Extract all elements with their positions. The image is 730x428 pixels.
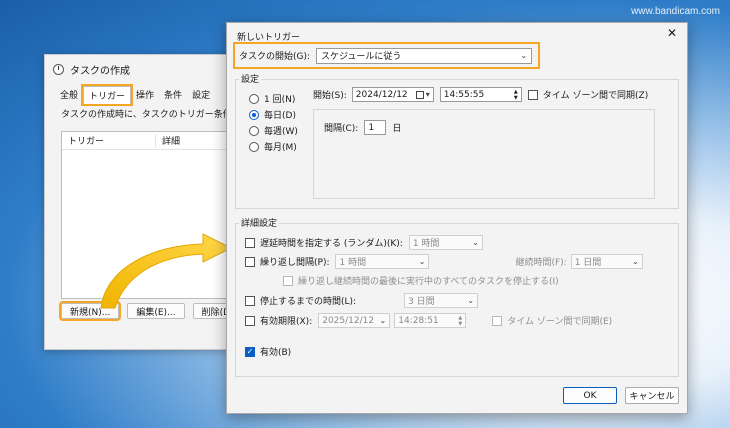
stop-all-checkbox[interactable] [283, 275, 293, 286]
tab-settings[interactable]: 設定 [187, 86, 215, 104]
repeat-select[interactable]: 1 時間 ⌄ [335, 254, 430, 269]
expire-checkbox[interactable] [245, 315, 255, 326]
create-task-titlebar: タスクの作成 [45, 55, 253, 83]
interval-unit: 日 [392, 124, 402, 134]
repeat-checkbox[interactable] [245, 256, 255, 267]
column-trigger[interactable]: トリガー [62, 134, 156, 147]
radio-monthly-label: 毎月(M) [264, 143, 297, 153]
expire-date-select[interactable]: 2025/12/12 ⌄ [318, 313, 391, 328]
start-date-value: 2024/12/12 [355, 89, 408, 100]
repeat-label: 繰り返し間隔(P): [260, 258, 330, 268]
begin-task-value: スケジュールに従う [321, 52, 402, 62]
stop-all-label: 繰り返し継続時間の最後に実行中のすべてのタスクを停止する(I) [298, 277, 559, 287]
close-icon[interactable]: ✕ [667, 26, 677, 40]
interval-label: 間隔(C): [324, 124, 359, 134]
radio-once[interactable]: 1 回(N) [249, 91, 298, 106]
ok-button[interactable]: OK [563, 387, 617, 404]
clock-icon [53, 63, 64, 75]
new-trigger-dialog: 新しいトリガー ✕ タスクの開始(G): スケジュールに従う ⌄ 設定 1 回(… [226, 22, 688, 414]
chevron-down-icon: ⌄ [520, 51, 528, 60]
expire-date-value: 2025/12/12 [322, 315, 375, 326]
create-task-title: タスクの作成 [70, 65, 130, 77]
interval-row: 間隔(C): 1 日 [324, 120, 401, 135]
interval-input[interactable]: 1 [364, 120, 387, 135]
trigger-list-header: トリガー 詳細 [62, 132, 250, 150]
stop-after-label: 停止するまでの時間(L): [260, 297, 357, 307]
chevron-down-icon: ⌄ [379, 316, 387, 325]
calendar-icon[interactable] [415, 90, 424, 99]
chevron-down-icon: ⌄ [472, 238, 479, 247]
start-date-picker[interactable]: 2024/12/12 ▾ [351, 87, 434, 102]
task-tabs: 全般 トリガー 操作 条件 設定 [55, 84, 215, 106]
radio-weekly-indicator [249, 125, 259, 136]
radio-daily-indicator [249, 109, 259, 120]
stop-after-value: 3 日間 [408, 297, 435, 307]
duration-select[interactable]: 1 日間 ⌄ [570, 254, 643, 269]
radio-weekly[interactable]: 毎週(W) [249, 123, 298, 138]
schedule-radios: 1 回(N) 毎日(D) 毎週(W) 毎月(M) [249, 91, 298, 154]
cancel-button[interactable]: キャンセル [625, 387, 679, 404]
column-details[interactable]: 詳細 [156, 134, 180, 147]
radio-monthly[interactable]: 毎月(M) [249, 139, 298, 154]
enabled-row: ✓ 有効(B) [245, 345, 291, 358]
radio-once-label: 1 回(N) [264, 95, 296, 105]
radio-monthly-indicator [249, 141, 259, 152]
expire-time-value: 14:28:51 [398, 315, 439, 326]
stop-after-row: 停止するまでの時間(L): 3 日間 ⌄ [245, 293, 479, 308]
chevron-down-icon: ⌄ [418, 257, 426, 266]
delay-label: 遅延時間を指定する (ランダム)(K): [260, 239, 403, 249]
stop-after-checkbox[interactable] [245, 295, 255, 306]
begin-task-label: タスクの開始(G): [239, 52, 311, 62]
tab-general[interactable]: 全般 [55, 86, 83, 104]
stop-all-row: 繰り返し継続時間の最後に実行中のすべてのタスクを停止する(I) [283, 274, 559, 287]
tz-sync-checkbox[interactable] [527, 89, 538, 100]
radio-once-indicator [249, 93, 259, 104]
duration-label: 継続時間(F): [515, 258, 567, 268]
expire-row: 有効期限(X): 2025/12/12 ⌄ 14:28:51 ▲ ▼ タイム ゾーン間… [245, 313, 612, 328]
expire-time-field[interactable]: 14:28:51 ▲ ▼ [394, 313, 467, 328]
repeat-row: 繰り返し間隔(P): 1 時間 ⌄ 継続時間(F): 1 日間 ⌄ [245, 254, 643, 269]
enabled-label: 有効(B) [260, 348, 292, 358]
stop-after-select[interactable]: 3 日間 ⌄ [404, 293, 479, 308]
start-time-value: 14:55:55 [443, 89, 485, 100]
watermark: www.bandicam.com [631, 6, 720, 17]
delay-value: 1 時間 [412, 239, 440, 249]
delay-select[interactable]: 1 時間 ⌄ [408, 235, 483, 250]
annotation-arrow-icon [100, 233, 233, 309]
advanced-group-label: 詳細設定 [239, 216, 280, 229]
radio-weekly-label: 毎週(W) [264, 127, 298, 137]
delay-row: 遅延時間を指定する (ランダム)(K): 1 時間 ⌄ [245, 235, 483, 250]
tab-conditions[interactable]: 条件 [159, 86, 187, 104]
chevron-down-icon[interactable]: ▾ [426, 90, 430, 99]
chevron-down-icon: ⌄ [467, 296, 475, 305]
radio-daily[interactable]: 毎日(D) [249, 107, 298, 122]
delay-checkbox[interactable] [245, 237, 255, 248]
chevron-down-icon: ⌄ [632, 257, 639, 266]
start-row: 開始(S): 2024/12/12 ▾ 14:55:55 ▲ ▼ タイム ゾーン間… [313, 87, 648, 102]
begin-task-select[interactable]: スケジュールに従う ⌄ [316, 47, 533, 64]
enabled-checkbox[interactable]: ✓ [245, 346, 255, 357]
settings-group-label: 設定 [239, 72, 262, 85]
interval-value: 1 [368, 122, 375, 133]
repeat-value: 1 時間 [339, 258, 367, 268]
start-label: 開始(S): [313, 91, 347, 101]
spinner-icon[interactable]: ▲ ▼ [514, 89, 518, 101]
tab-actions[interactable]: 操作 [131, 86, 159, 104]
tz-sync-label: タイム ゾーン間で同期(Z) [542, 91, 649, 101]
start-time-field[interactable]: 14:55:55 ▲ ▼ [439, 87, 522, 102]
expire-tz-label: タイム ゾーン間で同期(E) [507, 317, 613, 327]
expire-tz-checkbox[interactable] [492, 315, 503, 326]
begin-task-row: タスクの開始(G): スケジュールに従う ⌄ [233, 42, 540, 69]
duration-value: 1 日間 [574, 258, 602, 268]
tab-triggers[interactable]: トリガー [81, 84, 134, 106]
spinner-icon[interactable]: ▲ ▼ [458, 315, 462, 327]
radio-daily-label: 毎日(D) [264, 111, 296, 121]
expire-label: 有効期限(X): [260, 317, 313, 327]
